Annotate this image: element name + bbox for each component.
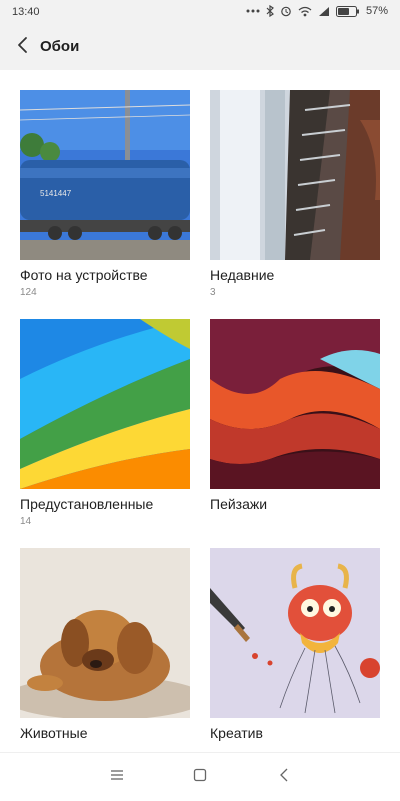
thumbnail-image bbox=[210, 548, 380, 718]
category-count: 3 bbox=[210, 287, 216, 298]
category-label: Пейзажи bbox=[210, 496, 268, 512]
thumbnail-image bbox=[210, 90, 380, 260]
battery-percent: 57% bbox=[365, 5, 388, 17]
nav-back-button[interactable] bbox=[274, 767, 294, 787]
category-label: Животные bbox=[20, 725, 88, 741]
chevron-left-icon bbox=[16, 36, 28, 59]
menu-button[interactable] bbox=[107, 767, 127, 787]
thumbnail-image: 5141447 bbox=[20, 90, 190, 260]
status-bar: 13:40 57% bbox=[0, 0, 400, 24]
page-title: Обои bbox=[40, 38, 80, 55]
category-label: Недавние bbox=[210, 267, 275, 283]
category-preinstalled[interactable]: Предустановленные 14 bbox=[20, 319, 190, 527]
category-count: 124 bbox=[20, 287, 37, 298]
status-icons: 57% bbox=[246, 5, 388, 17]
back-button[interactable] bbox=[12, 36, 32, 58]
bluetooth-icon bbox=[266, 5, 274, 17]
signal-icon bbox=[318, 6, 330, 17]
category-label: Фото на устройстве bbox=[20, 267, 148, 283]
category-animals[interactable]: Животные bbox=[20, 548, 190, 741]
battery-icon bbox=[335, 5, 360, 17]
menu-icon bbox=[110, 768, 124, 786]
wifi-icon bbox=[298, 6, 312, 17]
category-label: Креатив bbox=[210, 725, 263, 741]
category-count: 14 bbox=[20, 516, 32, 527]
home-button[interactable] bbox=[190, 767, 210, 787]
svg-text:5141447: 5141447 bbox=[40, 189, 72, 198]
dots-icon bbox=[246, 8, 260, 14]
home-icon bbox=[193, 768, 207, 787]
navigation-bar bbox=[0, 752, 400, 801]
back-icon bbox=[279, 768, 289, 787]
category-landscapes[interactable]: Пейзажи bbox=[210, 319, 380, 512]
alarm-icon bbox=[280, 5, 292, 17]
thumbnail-image bbox=[20, 319, 190, 489]
category-recent[interactable]: Недавние 3 bbox=[210, 90, 380, 298]
category-label: Предустановленные bbox=[20, 496, 154, 512]
category-device-photos[interactable]: 5141447 Фото на устройстве 124 bbox=[20, 90, 190, 298]
category-creative[interactable]: Креатив bbox=[210, 548, 380, 741]
app-header: Обои bbox=[0, 24, 400, 70]
thumbnail-image bbox=[20, 548, 190, 718]
status-time: 13:40 bbox=[12, 6, 40, 18]
thumbnail-image bbox=[210, 319, 380, 489]
